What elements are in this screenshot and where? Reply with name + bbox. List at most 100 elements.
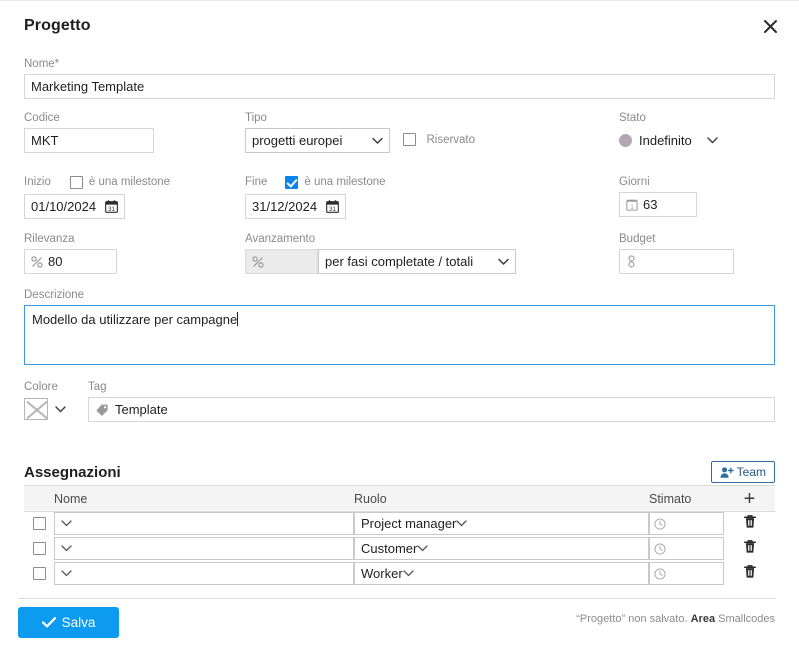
calendar-icon[interactable]: 31 bbox=[326, 200, 339, 213]
rilevanza-input[interactable]: 80 bbox=[24, 249, 117, 274]
save-button[interactable]: Salva bbox=[18, 607, 119, 638]
add-assignment-row-button[interactable]: + bbox=[744, 488, 756, 510]
field-budget: Budget bbox=[619, 232, 734, 274]
row-checkbox[interactable] bbox=[33, 567, 46, 580]
chevron-down-icon[interactable] bbox=[55, 406, 66, 413]
row-stimato-input[interactable] bbox=[649, 512, 724, 535]
table-row: Worker bbox=[24, 562, 775, 587]
giorni-label: Giorni bbox=[619, 175, 697, 189]
status-badge: Indefinito bbox=[639, 133, 692, 148]
budget-input[interactable] bbox=[619, 249, 734, 274]
riservato-checkbox[interactable] bbox=[403, 133, 416, 146]
avanzamento-mode-select[interactable]: per fasi completate / totali bbox=[318, 249, 516, 274]
colore-picker[interactable] bbox=[24, 397, 66, 421]
giorni-value: 63 bbox=[643, 197, 657, 212]
field-descrizione: Descrizione Modello da utilizzare per ca… bbox=[24, 288, 775, 365]
dialog-header: Progetto bbox=[0, 1, 799, 49]
inizio-label: Inizio bbox=[24, 175, 51, 189]
row-ruolo-value: Project manager bbox=[361, 516, 456, 531]
row-nome-select[interactable] bbox=[54, 512, 354, 535]
color-swatch-none-icon[interactable] bbox=[24, 398, 48, 420]
calendar-icon[interactable]: 31 bbox=[105, 200, 118, 213]
budget-label: Budget bbox=[619, 232, 734, 246]
row-ruolo-select[interactable]: Project manager bbox=[354, 512, 649, 535]
codice-input[interactable]: MKT bbox=[24, 128, 154, 153]
codice-label: Codice bbox=[24, 111, 154, 125]
chevron-down-icon[interactable] bbox=[707, 137, 718, 144]
col-header-ruolo: Ruolo bbox=[354, 486, 649, 512]
col-header-nome: Nome bbox=[54, 486, 354, 512]
chevron-down-icon bbox=[372, 137, 383, 144]
avanzamento-input bbox=[245, 249, 318, 274]
tipo-value: progetti europei bbox=[252, 133, 342, 148]
clock-icon bbox=[654, 543, 666, 555]
col-header-select bbox=[24, 486, 54, 512]
status-dot-icon bbox=[619, 134, 632, 147]
tipo-select[interactable]: progetti europei bbox=[245, 128, 390, 153]
inizio-date-value: 01/10/2024 bbox=[31, 199, 96, 214]
row-checkbox[interactable] bbox=[33, 517, 46, 530]
percent-icon bbox=[31, 256, 43, 268]
inizio-milestone-checkbox[interactable] bbox=[70, 176, 83, 189]
row-stimato-input[interactable] bbox=[649, 562, 724, 585]
field-colore: Colore bbox=[24, 380, 66, 421]
row-checkbox[interactable] bbox=[33, 542, 46, 555]
save-button-inner[interactable]: Salva bbox=[18, 607, 119, 638]
col-header-stimato: Stimato bbox=[649, 486, 724, 512]
row-ruolo-value: Worker bbox=[361, 566, 403, 581]
chevron-down-icon bbox=[61, 570, 72, 577]
clock-icon bbox=[654, 518, 666, 530]
delete-row-icon[interactable] bbox=[743, 514, 757, 529]
assignments-header-row: Nome Ruolo Stimato + bbox=[24, 486, 775, 512]
chevron-down-icon bbox=[498, 258, 509, 265]
check-icon bbox=[42, 617, 56, 628]
page-title: Progetto bbox=[24, 17, 91, 35]
field-tipo: Tipo progetti europei bbox=[245, 111, 390, 153]
footer-note-suffix: Smallcodes bbox=[718, 613, 775, 625]
colore-label: Colore bbox=[24, 380, 66, 394]
row-stimato-input[interactable] bbox=[649, 537, 724, 560]
row-ruolo-select[interactable]: Customer bbox=[354, 537, 649, 560]
delete-row-icon[interactable] bbox=[743, 564, 757, 579]
row-nome-select[interactable] bbox=[54, 537, 354, 560]
inizio-date-input[interactable]: 01/10/2024 31 bbox=[24, 194, 125, 219]
save-button-label: Salva bbox=[62, 615, 96, 630]
chevron-down-icon bbox=[417, 545, 428, 552]
fine-milestone-toggle[interactable]: è una milestone bbox=[285, 176, 385, 189]
descrizione-textarea[interactable]: Modello da utilizzare per campagne bbox=[24, 305, 775, 365]
row-ruolo-select[interactable]: Worker bbox=[354, 562, 649, 585]
nome-input[interactable]: Marketing Template bbox=[24, 74, 775, 99]
team-icon bbox=[720, 466, 734, 479]
tag-input[interactable]: Template bbox=[88, 397, 775, 422]
fine-milestone-checkbox[interactable] bbox=[285, 176, 298, 189]
inizio-milestone-toggle[interactable]: è una milestone bbox=[70, 176, 170, 189]
money-icon bbox=[626, 255, 637, 268]
chevron-down-icon bbox=[403, 570, 414, 577]
tag-icon bbox=[95, 403, 109, 417]
field-codice: Codice MKT bbox=[24, 111, 154, 153]
add-team-button[interactable]: Team bbox=[711, 461, 775, 483]
svg-text:31: 31 bbox=[108, 207, 115, 213]
giorni-input[interactable]: 1 63 bbox=[619, 192, 697, 217]
field-inizio: Inizio è una milestone 01/10/2024 31 bbox=[24, 175, 170, 219]
field-riservato[interactable]: Riservato bbox=[403, 131, 475, 149]
text-caret bbox=[237, 312, 238, 326]
descrizione-label: Descrizione bbox=[24, 288, 775, 302]
row-ruolo-value: Customer bbox=[361, 541, 417, 556]
field-fine: Fine è una milestone 31/12/2024 31 bbox=[245, 175, 386, 219]
avanzamento-label: Avanzamento bbox=[245, 232, 516, 246]
row-nome-select[interactable] bbox=[54, 562, 354, 585]
descrizione-value: Modello da utilizzare per campagne bbox=[32, 312, 237, 327]
delete-row-icon[interactable] bbox=[743, 539, 757, 554]
field-nome: Nome* Marketing Template bbox=[24, 57, 775, 99]
footer-note: “Progetto” non salvato. Area Smallcodes bbox=[576, 613, 775, 625]
stato-label: Stato bbox=[619, 111, 779, 125]
close-icon[interactable] bbox=[751, 7, 789, 45]
table-row: Customer bbox=[24, 537, 775, 562]
tipo-label: Tipo bbox=[245, 111, 390, 125]
assignments-section: Assegnazioni Team Nome Ruolo Stimato bbox=[24, 459, 775, 587]
field-giorni: Giorni 1 63 bbox=[619, 175, 697, 217]
fine-date-input[interactable]: 31/12/2024 31 bbox=[245, 194, 346, 219]
stato-select[interactable]: Indefinito bbox=[619, 128, 779, 153]
field-stato: Stato Indefinito bbox=[619, 111, 779, 153]
